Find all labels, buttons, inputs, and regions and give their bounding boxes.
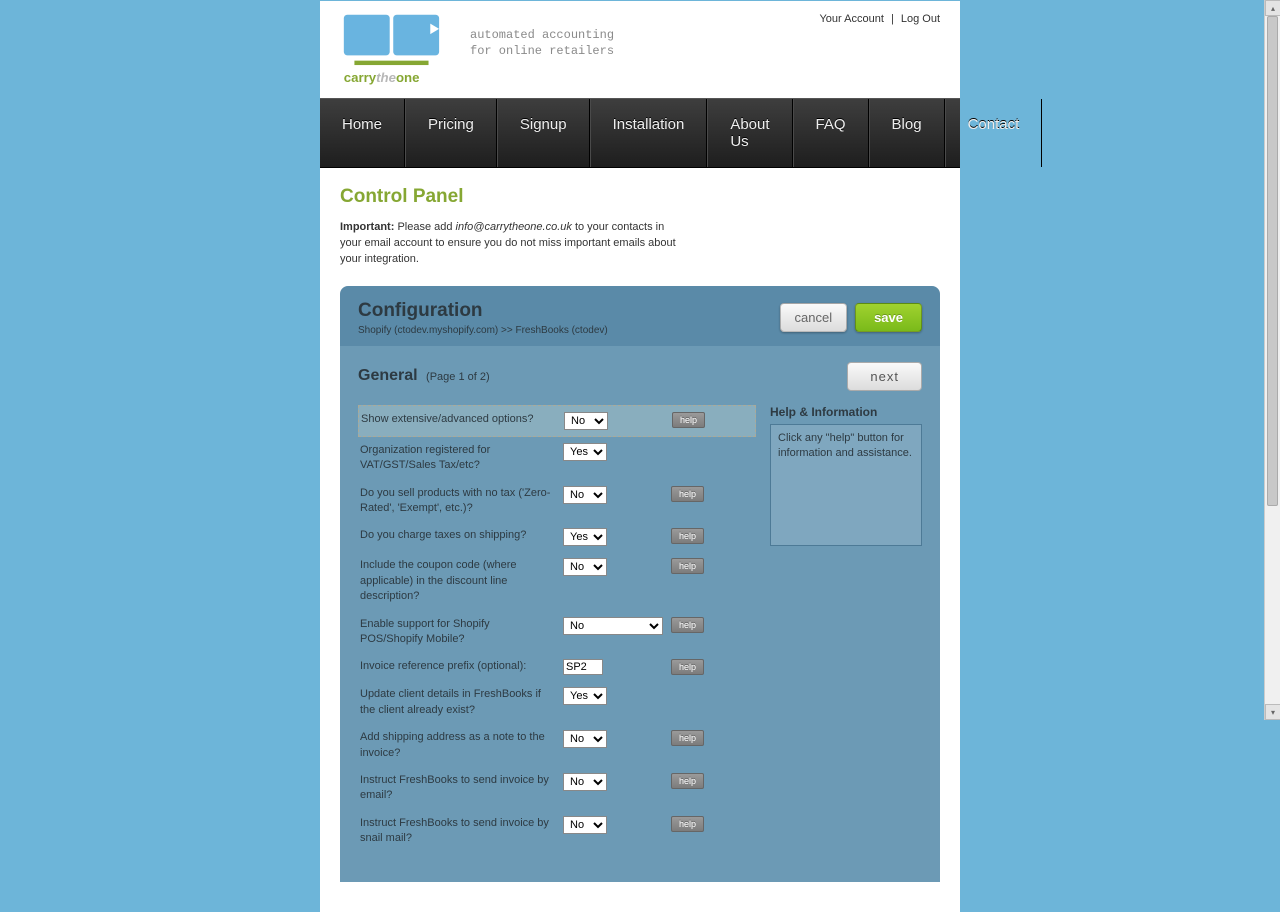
row-select-5[interactable]: No <box>563 617 663 635</box>
main-nav: HomePricingSignupInstallationAbout UsFAQ… <box>320 98 960 168</box>
nav-about-us[interactable]: About Us <box>707 99 792 167</box>
help-button-9[interactable]: help <box>671 773 704 789</box>
row-select-2[interactable]: No <box>563 486 607 504</box>
row-label: Do you sell products with no tax ('Zero-… <box>360 486 555 517</box>
scroll-thumb[interactable] <box>1267 16 1278 506</box>
row-label: Invoice reference prefix (optional): <box>360 659 555 674</box>
help-button-4[interactable]: help <box>671 558 704 574</box>
config-row-10: Instruct FreshBooks to send invoice by s… <box>358 810 756 853</box>
row-select-9[interactable]: No <box>563 773 607 791</box>
config-row-8: Add shipping address as a note to the in… <box>358 724 756 767</box>
scroll-up-button[interactable]: ▴ <box>1265 0 1280 16</box>
row-select-7[interactable]: Yes <box>563 687 607 705</box>
important-notice: Important: Please add info@carrytheone.c… <box>340 220 680 268</box>
config-row-5: Enable support for Shopify POS/Shopify M… <box>358 611 756 654</box>
nav-signup[interactable]: Signup <box>497 99 590 167</box>
config-row-9: Instruct FreshBooks to send invoice by e… <box>358 767 756 810</box>
config-row-1: Organization registered for VAT/GST/Sale… <box>358 437 756 480</box>
config-row-0: Show extensive/advanced options? No help <box>358 405 756 437</box>
row-label: Include the coupon code (where applicabl… <box>360 558 555 604</box>
logo-icon: carrytheone <box>340 13 450 88</box>
section-title: General (Page 1 of 2) <box>358 367 490 385</box>
row-input-6[interactable] <box>563 659 603 675</box>
nav-home[interactable]: Home <box>320 99 405 167</box>
next-button[interactable]: next <box>847 362 922 391</box>
cancel-button[interactable]: cancel <box>780 303 848 332</box>
breadcrumb: Shopify (ctodev.myshopify.com) >> FreshB… <box>358 325 608 336</box>
config-row-7: Update client details in FreshBooks if t… <box>358 681 756 724</box>
help-button-2[interactable]: help <box>671 486 704 502</box>
row-label: Do you charge taxes on shipping? <box>360 528 555 543</box>
account-links: Your Account | Log Out <box>819 13 940 25</box>
config-title: Configuration <box>358 300 608 322</box>
help-button-8[interactable]: help <box>671 730 704 746</box>
row-label: Show extensive/advanced options? <box>361 412 556 427</box>
row-label: Organization registered for VAT/GST/Sale… <box>360 443 555 474</box>
page-title: Control Panel <box>340 186 940 208</box>
row-label: Enable support for Shopify POS/Shopify M… <box>360 617 555 648</box>
help-button-10[interactable]: help <box>671 816 704 832</box>
help-info-box: Click any "help" button for information … <box>770 424 922 546</box>
help-info-title: Help & Information <box>770 405 922 419</box>
nav-pricing[interactable]: Pricing <box>405 99 497 167</box>
logout-link[interactable]: Log Out <box>901 13 940 25</box>
config-row-4: Include the coupon code (where applicabl… <box>358 552 756 610</box>
help-button-6[interactable]: help <box>671 659 704 675</box>
help-button-5[interactable]: help <box>671 617 704 633</box>
vertical-scrollbar[interactable]: ▴ ▾ <box>1264 0 1280 720</box>
row-select-1[interactable]: Yes <box>563 443 607 461</box>
row-label: Instruct FreshBooks to send invoice by e… <box>360 773 555 804</box>
config-row-3: Do you charge taxes on shipping? Yes help <box>358 522 756 552</box>
row-label: Update client details in FreshBooks if t… <box>360 687 555 718</box>
help-button-0[interactable]: help <box>672 412 705 428</box>
scroll-down-button[interactable]: ▾ <box>1265 704 1280 720</box>
row-select-0[interactable]: No <box>564 412 608 430</box>
row-select-8[interactable]: No <box>563 730 607 748</box>
row-select-3[interactable]: Yes <box>563 528 607 546</box>
row-select-4[interactable]: No <box>563 558 607 576</box>
tagline: automated accounting for online retailer… <box>470 27 614 59</box>
nav-installation[interactable]: Installation <box>590 99 708 167</box>
svg-text:carrytheone: carrytheone <box>344 70 420 85</box>
row-select-10[interactable]: No <box>563 816 607 834</box>
row-label: Instruct FreshBooks to send invoice by s… <box>360 816 555 847</box>
config-row-2: Do you sell products with no tax ('Zero-… <box>358 480 756 523</box>
save-button[interactable]: save <box>855 303 922 332</box>
nav-blog[interactable]: Blog <box>869 99 945 167</box>
help-button-3[interactable]: help <box>671 528 704 544</box>
nav-contact[interactable]: Contact <box>945 99 1043 167</box>
row-label: Add shipping address as a note to the in… <box>360 730 555 761</box>
your-account-link[interactable]: Your Account <box>819 13 883 25</box>
nav-faq[interactable]: FAQ <box>793 99 869 167</box>
config-row-6: Invoice reference prefix (optional): help <box>358 653 756 681</box>
